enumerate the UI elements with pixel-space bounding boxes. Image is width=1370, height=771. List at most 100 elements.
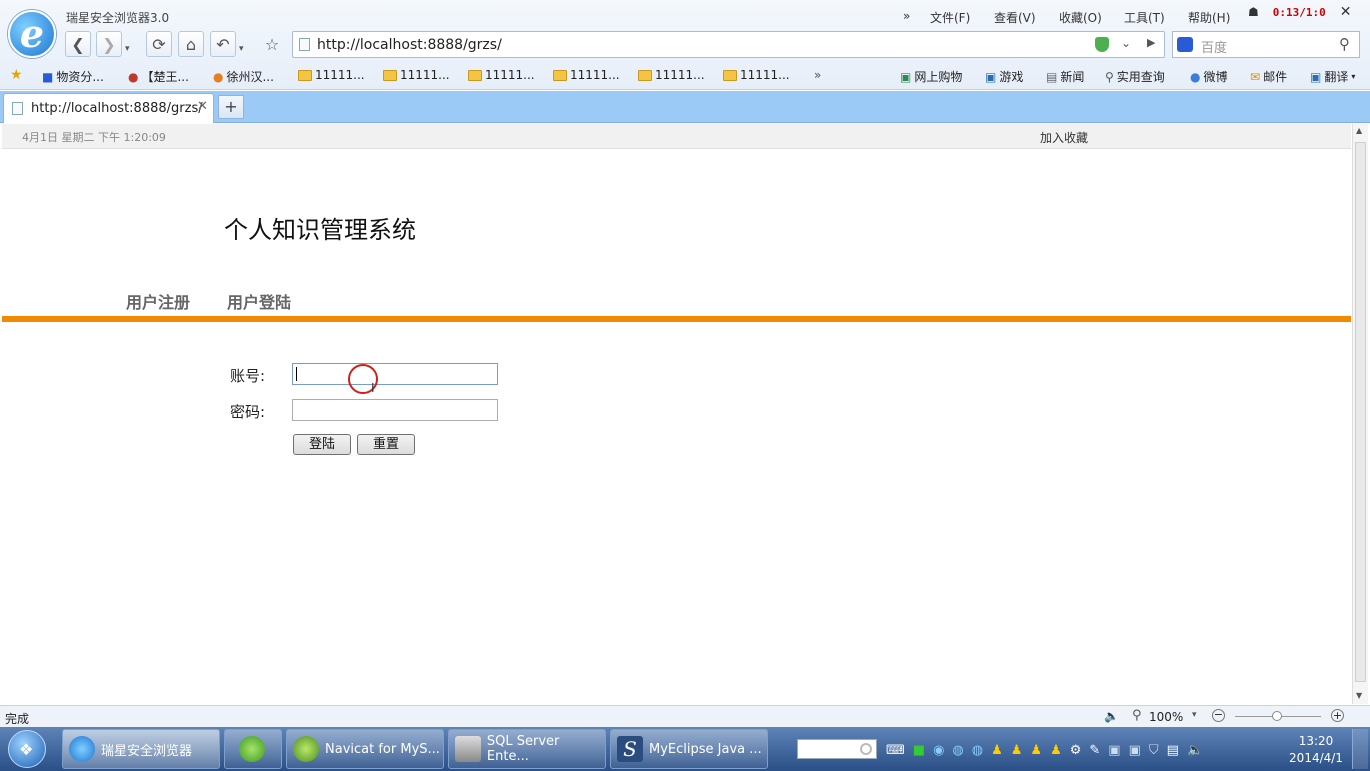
favorites-star-icon[interactable]: ★ (10, 67, 23, 83)
tray-search-icon[interactable]: ◉ (933, 743, 944, 758)
bookmark-label: 物资分... (56, 70, 104, 84)
start-button[interactable]: ❖ (8, 730, 46, 768)
volume-icon[interactable]: 🔈 (1104, 709, 1119, 723)
network-icon[interactable]: ▤ (1167, 743, 1179, 758)
search-input[interactable]: 百度 (1201, 37, 1227, 56)
menu-more[interactable]: » (903, 9, 910, 23)
refresh-app-icon (239, 736, 265, 762)
tab-close-icon[interactable]: ✕ (197, 99, 208, 114)
qq-icon[interactable]: ♟ (1050, 743, 1062, 758)
zoom-slider-handle[interactable] (1272, 711, 1282, 721)
new-tab-button[interactable]: + (218, 95, 244, 119)
link-games[interactable]: ▣ 游戏 (985, 68, 1023, 85)
shield-icon[interactable]: ⛉ (1149, 743, 1159, 758)
close-window-icon[interactable]: ✕ (1340, 4, 1352, 20)
search-icon[interactable] (860, 743, 872, 755)
link-mail[interactable]: ✉ 邮件 (1250, 68, 1287, 85)
task-navicat[interactable]: Navicat for MyS... (286, 729, 444, 769)
bookmark-folder-5[interactable]: 11111... (638, 68, 705, 82)
volume-icon[interactable]: 🔈 (1187, 743, 1203, 758)
task-browser[interactable]: 瑞星安全浏览器 (62, 729, 220, 769)
home-button[interactable]: ⌂ (178, 31, 204, 57)
folder-icon (383, 69, 397, 81)
link-translate[interactable]: ▣ 翻译 ▾ (1310, 68, 1355, 85)
menu-tools[interactable]: 工具(T) (1124, 9, 1165, 26)
search-icon[interactable]: ⚲ (1339, 35, 1350, 53)
scroll-thumb[interactable] (1355, 142, 1366, 682)
scroll-down-icon[interactable]: ▼ (1356, 691, 1362, 700)
scroll-up-icon[interactable]: ▲ (1356, 126, 1362, 135)
menu-file[interactable]: 文件(F) (930, 9, 970, 26)
tab-active[interactable]: http://localhost:8888/grzs/ ✕ (3, 93, 214, 123)
tray-tool-icon[interactable]: ⚙ (1070, 743, 1082, 758)
tray-app-icon[interactable]: ■ (913, 743, 925, 758)
qq-icon[interactable]: ♟ (1030, 743, 1042, 758)
zoom-out-icon[interactable]: − (1212, 709, 1225, 722)
zoom-dropdown-icon[interactable]: ▾ (1192, 710, 1197, 720)
nav-register[interactable]: 用户注册 (126, 289, 190, 313)
task-label: Navicat for MyS... (325, 741, 440, 757)
translate-icon: ▣ (1310, 69, 1322, 84)
bookmark-1[interactable]: ■ 物资分... (42, 68, 104, 85)
menu-favorites[interactable]: 收藏(O) (1059, 9, 1102, 26)
link-news[interactable]: ▤ 新闻 (1046, 68, 1084, 85)
undo-dropdown-icon[interactable]: ▾ (239, 44, 244, 54)
bookmark-folder-4[interactable]: 11111... (553, 68, 620, 82)
task-app-2[interactable] (224, 729, 282, 769)
show-desktop-button[interactable] (1352, 729, 1368, 769)
address-input[interactable]: http://localhost:8888/grzs/ (317, 37, 502, 53)
zoom-icon[interactable]: ⚲ (1132, 708, 1142, 723)
zoom-in-icon[interactable]: + (1331, 709, 1344, 722)
back-button[interactable]: ❮ (65, 31, 91, 57)
link-shopping[interactable]: ▣ 网上购物 (900, 68, 962, 85)
myeclipse-icon: S (617, 736, 643, 762)
reset-button[interactable]: 重置 (357, 434, 415, 455)
page-icon (299, 38, 310, 51)
zoom-level[interactable]: 100% (1149, 710, 1183, 724)
keyboard-icon[interactable]: ⌨ (886, 743, 905, 758)
shield-icon[interactable] (1095, 37, 1109, 52)
bookmark-3[interactable]: ● 徐州汉... (213, 68, 274, 85)
task-myeclipse[interactable]: S MyEclipse Java ... (610, 729, 768, 769)
tray-window2-icon[interactable]: ▣ (1129, 743, 1141, 758)
skin-icon[interactable]: ☗ (1248, 5, 1259, 19)
tray-browser2-icon[interactable]: ◍ (972, 743, 983, 758)
nav-login[interactable]: 用户登陆 (227, 289, 291, 313)
history-dropdown-icon[interactable]: ▾ (125, 44, 130, 54)
link-weibo[interactable]: ● 微博 (1190, 68, 1228, 85)
tray-pen-icon[interactable]: ✎ (1089, 743, 1100, 758)
bookmark-folder-2[interactable]: 11111... (383, 68, 450, 82)
password-field[interactable] (292, 399, 498, 421)
favorite-star-button[interactable]: ☆ (259, 31, 285, 57)
qq-icon[interactable]: ♟ (991, 743, 1003, 758)
bookmark-label: 11111... (400, 68, 450, 82)
bookmark-folder-1[interactable]: 11111... (298, 68, 365, 82)
tray-window-icon[interactable]: ▣ (1108, 743, 1120, 758)
site-title: 个人知识管理系统 (224, 216, 416, 244)
go-icon[interactable]: ▶ (1147, 36, 1155, 49)
taskbar-search-input[interactable] (797, 739, 877, 759)
address-dropdown-icon[interactable]: ⌄ (1121, 36, 1131, 50)
bookmark-folder-6[interactable]: 11111... (723, 68, 790, 82)
bookmark-folder-3[interactable]: 11111... (468, 68, 535, 82)
address-bar[interactable]: http://localhost:8888/grzs/ ⌄ ▶ (292, 31, 1165, 58)
account-field[interactable] (292, 363, 498, 385)
forward-button[interactable]: ❯ (96, 31, 122, 57)
search-box[interactable]: 百度 ⚲ (1172, 31, 1360, 58)
task-sql-server[interactable]: SQL Server Ente... (448, 729, 606, 769)
tray-browser-icon[interactable]: ◍ (952, 743, 963, 758)
menu-help[interactable]: 帮助(H) (1188, 9, 1230, 26)
menu-view[interactable]: 查看(V) (994, 9, 1036, 26)
bookmarks-more[interactable]: » (814, 68, 821, 82)
vertical-scrollbar[interactable]: ▲ ▼ (1352, 124, 1368, 704)
undo-close-button[interactable]: ↶ (210, 31, 236, 57)
home-icon: ⌂ (185, 34, 197, 54)
login-button[interactable]: 登陆 (293, 434, 351, 455)
refresh-button[interactable]: ⟳ (146, 31, 172, 57)
qq-icon[interactable]: ♟ (1011, 743, 1023, 758)
page-top-bar: 4月1日 星期二 下午 1:20:09 加入收藏 (2, 124, 1351, 149)
link-query[interactable]: ⚲ 实用查询 (1105, 68, 1165, 85)
clock[interactable]: 13:20 2014/4/1 (1286, 733, 1346, 767)
add-favorite-link[interactable]: 加入收藏 (1040, 129, 1088, 146)
bookmark-2[interactable]: ● 【楚王... (128, 68, 189, 85)
